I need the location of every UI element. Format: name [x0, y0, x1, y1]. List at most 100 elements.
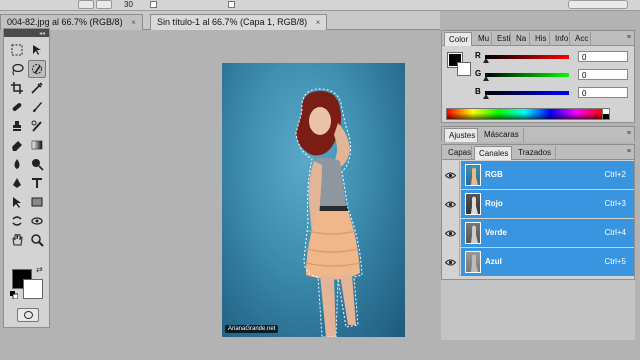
channel-name: Rojo — [485, 199, 503, 208]
quick-mask-button[interactable] — [17, 308, 39, 322]
visibility-eye-icon[interactable] — [442, 190, 460, 218]
channel-thumbnail — [465, 251, 481, 273]
color-panel-tabs: Color Mu Esti Na His Info Acc ≡ — [442, 31, 634, 46]
tools-panel-header[interactable]: ◂◂ — [4, 29, 49, 37]
clone-stamp-icon[interactable] — [8, 117, 26, 135]
blue-slider-row: B 0 — [475, 87, 633, 101]
tab-muestras[interactable]: Mu — [474, 32, 492, 46]
tab-document-2[interactable]: Sin título-1 al 66.7% (Capa 1, RGB/8) × — [150, 14, 328, 30]
green-slider-handle[interactable] — [483, 76, 489, 81]
blue-slider-handle[interactable] — [483, 94, 489, 99]
blur-icon[interactable] — [8, 155, 26, 173]
color-panel: Color Mu Esti Na His Info Acc ≡ R 0 G 0 … — [441, 30, 635, 123]
close-icon[interactable]: × — [316, 18, 321, 27]
refine-edge-button[interactable] — [568, 0, 628, 9]
shape-icon[interactable] — [28, 193, 46, 211]
red-value-field[interactable]: 0 — [578, 51, 628, 62]
tab-color[interactable]: Color — [444, 32, 472, 46]
color-panel-background-swatch[interactable] — [457, 62, 471, 76]
channel-body[interactable]: Verde Ctrl+4 — [461, 219, 634, 247]
tab-estilos[interactable]: Esti — [493, 32, 511, 46]
tab-capas[interactable]: Capas — [444, 146, 472, 160]
channel-thumbnail — [465, 193, 481, 215]
channel-row[interactable]: Verde Ctrl+4 — [442, 219, 634, 247]
eyedropper-icon[interactable] — [28, 79, 46, 97]
dodge-icon[interactable] — [28, 155, 46, 173]
type-icon[interactable] — [28, 174, 46, 192]
channel-row[interactable]: Azul Ctrl+5 — [442, 248, 634, 276]
black-white-ramp[interactable] — [602, 108, 610, 120]
close-icon[interactable]: × — [131, 18, 136, 27]
red-label: R — [475, 51, 481, 60]
tab-acciones[interactable]: Acc — [571, 32, 591, 46]
tab-canales[interactable]: Canales — [474, 146, 512, 160]
adjustments-panel: Ajustes Máscaras ≡ — [441, 126, 635, 142]
lasso-icon[interactable] — [8, 60, 26, 78]
document-canvas[interactable]: ArianaGrande.net — [222, 63, 405, 337]
green-slider-track[interactable] — [485, 73, 569, 77]
brush-size-value: 30 — [124, 0, 133, 9]
sample-all-layers-checkbox[interactable] — [150, 1, 157, 8]
channel-thumbnail — [465, 222, 481, 244]
brush-mode-button[interactable] — [78, 0, 94, 9]
document-tab-strip: 004-82.jpg al 66.7% (RGB/8) × Sin título… — [0, 11, 440, 30]
marquee-icon[interactable] — [8, 41, 26, 59]
background-color-swatch[interactable] — [23, 279, 43, 299]
green-value-field[interactable]: 0 — [578, 69, 628, 80]
channel-name: Verde — [485, 228, 507, 237]
brush-icon[interactable] — [28, 98, 46, 116]
red-slider-track[interactable] — [485, 55, 569, 59]
crop-icon[interactable] — [8, 79, 26, 97]
tab-histograma[interactable]: His — [531, 32, 550, 46]
tab-trazados[interactable]: Trazados — [514, 146, 556, 160]
quick-selection-icon[interactable] — [28, 60, 46, 78]
green-slider-row: G 0 — [475, 69, 633, 83]
channel-row[interactable]: Rojo Ctrl+3 — [442, 190, 634, 218]
eraser-icon[interactable] — [8, 136, 26, 154]
3d-orbit-icon[interactable] — [28, 212, 46, 230]
history-brush-icon[interactable] — [28, 117, 46, 135]
gradient-icon[interactable] — [28, 136, 46, 154]
panel-menu-icon[interactable]: ≡ — [627, 148, 631, 155]
channel-row[interactable]: RGB Ctrl+2 — [442, 161, 634, 189]
hand-icon[interactable] — [8, 231, 26, 249]
visibility-eye-icon[interactable] — [442, 161, 460, 189]
channels-panel-tabs: Capas Canales Trazados ≡ — [442, 145, 634, 160]
quick-mask-icon — [24, 311, 33, 319]
default-colors-icon[interactable] — [10, 291, 18, 299]
visibility-eye-icon[interactable] — [442, 219, 460, 247]
tab-mascaras[interactable]: Máscaras — [480, 128, 524, 142]
channel-body[interactable]: RGB Ctrl+2 — [461, 161, 634, 189]
zoom-icon[interactable] — [28, 231, 46, 249]
collapse-icon[interactable]: ◂◂ — [39, 30, 45, 37]
photo-subject — [295, 88, 363, 337]
auto-enhance-checkbox[interactable] — [228, 1, 235, 8]
channel-body[interactable]: Azul Ctrl+5 — [461, 248, 634, 276]
channel-body[interactable]: Rojo Ctrl+3 — [461, 190, 634, 218]
panel-menu-icon[interactable]: ≡ — [627, 130, 631, 137]
pen-icon[interactable] — [8, 174, 26, 192]
red-slider-handle[interactable] — [483, 58, 489, 63]
panel-menu-icon[interactable]: ≡ — [627, 34, 631, 41]
path-selection-icon[interactable] — [8, 193, 26, 211]
tab-navegador[interactable]: Na — [512, 32, 530, 46]
tab-info[interactable]: Info — [551, 32, 570, 46]
watermark-text: ArianaGrande.net — [225, 325, 279, 333]
options-bar: 30 — [0, 0, 640, 11]
3d-rotate-icon[interactable] — [8, 212, 26, 230]
color-spectrum-bar[interactable] — [446, 108, 603, 120]
tab-document-1-label: 004-82.jpg al 66.7% (RGB/8) — [7, 17, 123, 27]
channel-shortcut: Ctrl+5 — [604, 257, 626, 266]
swap-colors-icon[interactable]: ⇄ — [36, 265, 43, 274]
tab-document-2-label: Sin título-1 al 66.7% (Capa 1, RGB/8) — [157, 17, 308, 27]
adjustments-panel-tabs: Ajustes Máscaras ≡ — [442, 127, 634, 142]
blue-slider-track[interactable] — [485, 91, 569, 95]
green-label: G — [475, 69, 482, 78]
blue-label: B — [475, 87, 481, 96]
move-icon[interactable] — [28, 41, 46, 59]
tab-ajustes[interactable]: Ajustes — [444, 128, 478, 142]
healing-brush-icon[interactable] — [8, 98, 26, 116]
visibility-eye-icon[interactable] — [442, 248, 460, 276]
brush-preset-button[interactable] — [96, 0, 112, 9]
blue-value-field[interactable]: 0 — [578, 87, 628, 98]
